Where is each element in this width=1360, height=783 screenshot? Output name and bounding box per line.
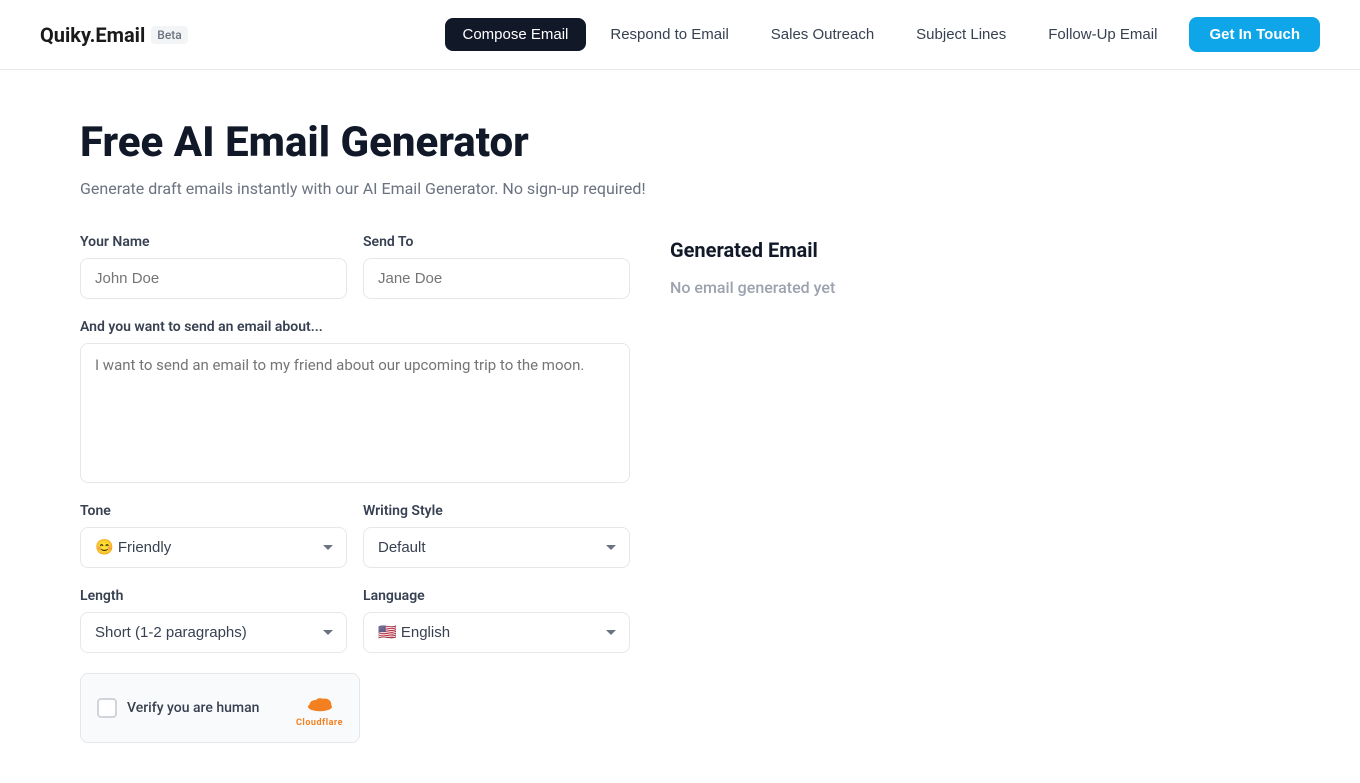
- your-name-group: Your Name: [80, 234, 347, 299]
- your-name-input[interactable]: [80, 258, 347, 299]
- send-to-input[interactable]: [363, 258, 630, 299]
- tone-writing-row: Tone 😊 Friendly 😎 Casual 🎩 Formal 💼 Prof…: [80, 503, 630, 568]
- get-in-touch-button[interactable]: Get In Touch: [1189, 17, 1320, 52]
- cloudflare-text: Cloudflare: [296, 718, 343, 728]
- content-grid: Your Name Send To And you want to send a…: [80, 234, 1280, 743]
- about-group: And you want to send an email about...: [80, 319, 630, 483]
- email-column: Generated Email No email generated yet: [670, 234, 1280, 743]
- language-group: Language 🇺🇸 English 🇪🇸 Spanish 🇫🇷 French…: [363, 588, 630, 653]
- nav-subject-lines[interactable]: Subject Lines: [898, 18, 1024, 51]
- length-select[interactable]: Short (1-2 paragraphs) Medium (3-4 parag…: [80, 612, 347, 653]
- language-label: Language: [363, 588, 630, 604]
- about-textarea[interactable]: [80, 343, 630, 483]
- cloudflare-logo: Cloudflare: [296, 688, 343, 728]
- name-row: Your Name Send To: [80, 234, 630, 299]
- tone-select[interactable]: 😊 Friendly 😎 Casual 🎩 Formal 💼 Professio…: [80, 527, 347, 568]
- logo-beta: Beta: [151, 26, 187, 44]
- cloudflare-widget[interactable]: Verify you are human Cloudflare: [80, 673, 360, 743]
- nav-respond-to-email[interactable]: Respond to Email: [592, 18, 746, 51]
- writing-style-label: Writing Style: [363, 503, 630, 519]
- main-content: Free AI Email Generator Generate draft e…: [40, 70, 1320, 783]
- writing-style-select[interactable]: Default Concise Detailed Persuasive: [363, 527, 630, 568]
- writing-style-group: Writing Style Default Concise Detailed P…: [363, 503, 630, 568]
- your-name-label: Your Name: [80, 234, 347, 250]
- length-language-row: Length Short (1-2 paragraphs) Medium (3-…: [80, 588, 630, 653]
- navbar: Quiky.Email Beta Compose Email Respond t…: [0, 0, 1360, 70]
- language-select[interactable]: 🇺🇸 English 🇪🇸 Spanish 🇫🇷 French 🇩🇪 Germa…: [363, 612, 630, 653]
- length-group: Length Short (1-2 paragraphs) Medium (3-…: [80, 588, 347, 653]
- about-label: And you want to send an email about...: [80, 319, 630, 335]
- nav-sales-outreach[interactable]: Sales Outreach: [753, 18, 892, 51]
- logo[interactable]: Quiky.Email Beta: [40, 23, 188, 47]
- no-email-message: No email generated yet: [670, 278, 1280, 297]
- length-label: Length: [80, 588, 347, 604]
- tone-label: Tone: [80, 503, 347, 519]
- generated-email-title: Generated Email: [670, 238, 1280, 262]
- send-to-group: Send To: [363, 234, 630, 299]
- cf-verify-text: Verify you are human: [127, 700, 259, 716]
- nav-compose-email[interactable]: Compose Email: [445, 18, 587, 51]
- nav-follow-up-email[interactable]: Follow-Up Email: [1030, 18, 1175, 51]
- page-title: Free AI Email Generator: [80, 118, 1280, 167]
- cloudflare-icon: [305, 688, 335, 718]
- form-column: Your Name Send To And you want to send a…: [80, 234, 630, 743]
- page-subtitle: Generate draft emails instantly with our…: [80, 179, 1280, 198]
- tone-group: Tone 😊 Friendly 😎 Casual 🎩 Formal 💼 Prof…: [80, 503, 347, 568]
- send-to-label: Send To: [363, 234, 630, 250]
- cf-checkbox[interactable]: [97, 698, 117, 718]
- nav-links: Compose Email Respond to Email Sales Out…: [445, 17, 1321, 52]
- logo-text: Quiky.Email: [40, 23, 145, 47]
